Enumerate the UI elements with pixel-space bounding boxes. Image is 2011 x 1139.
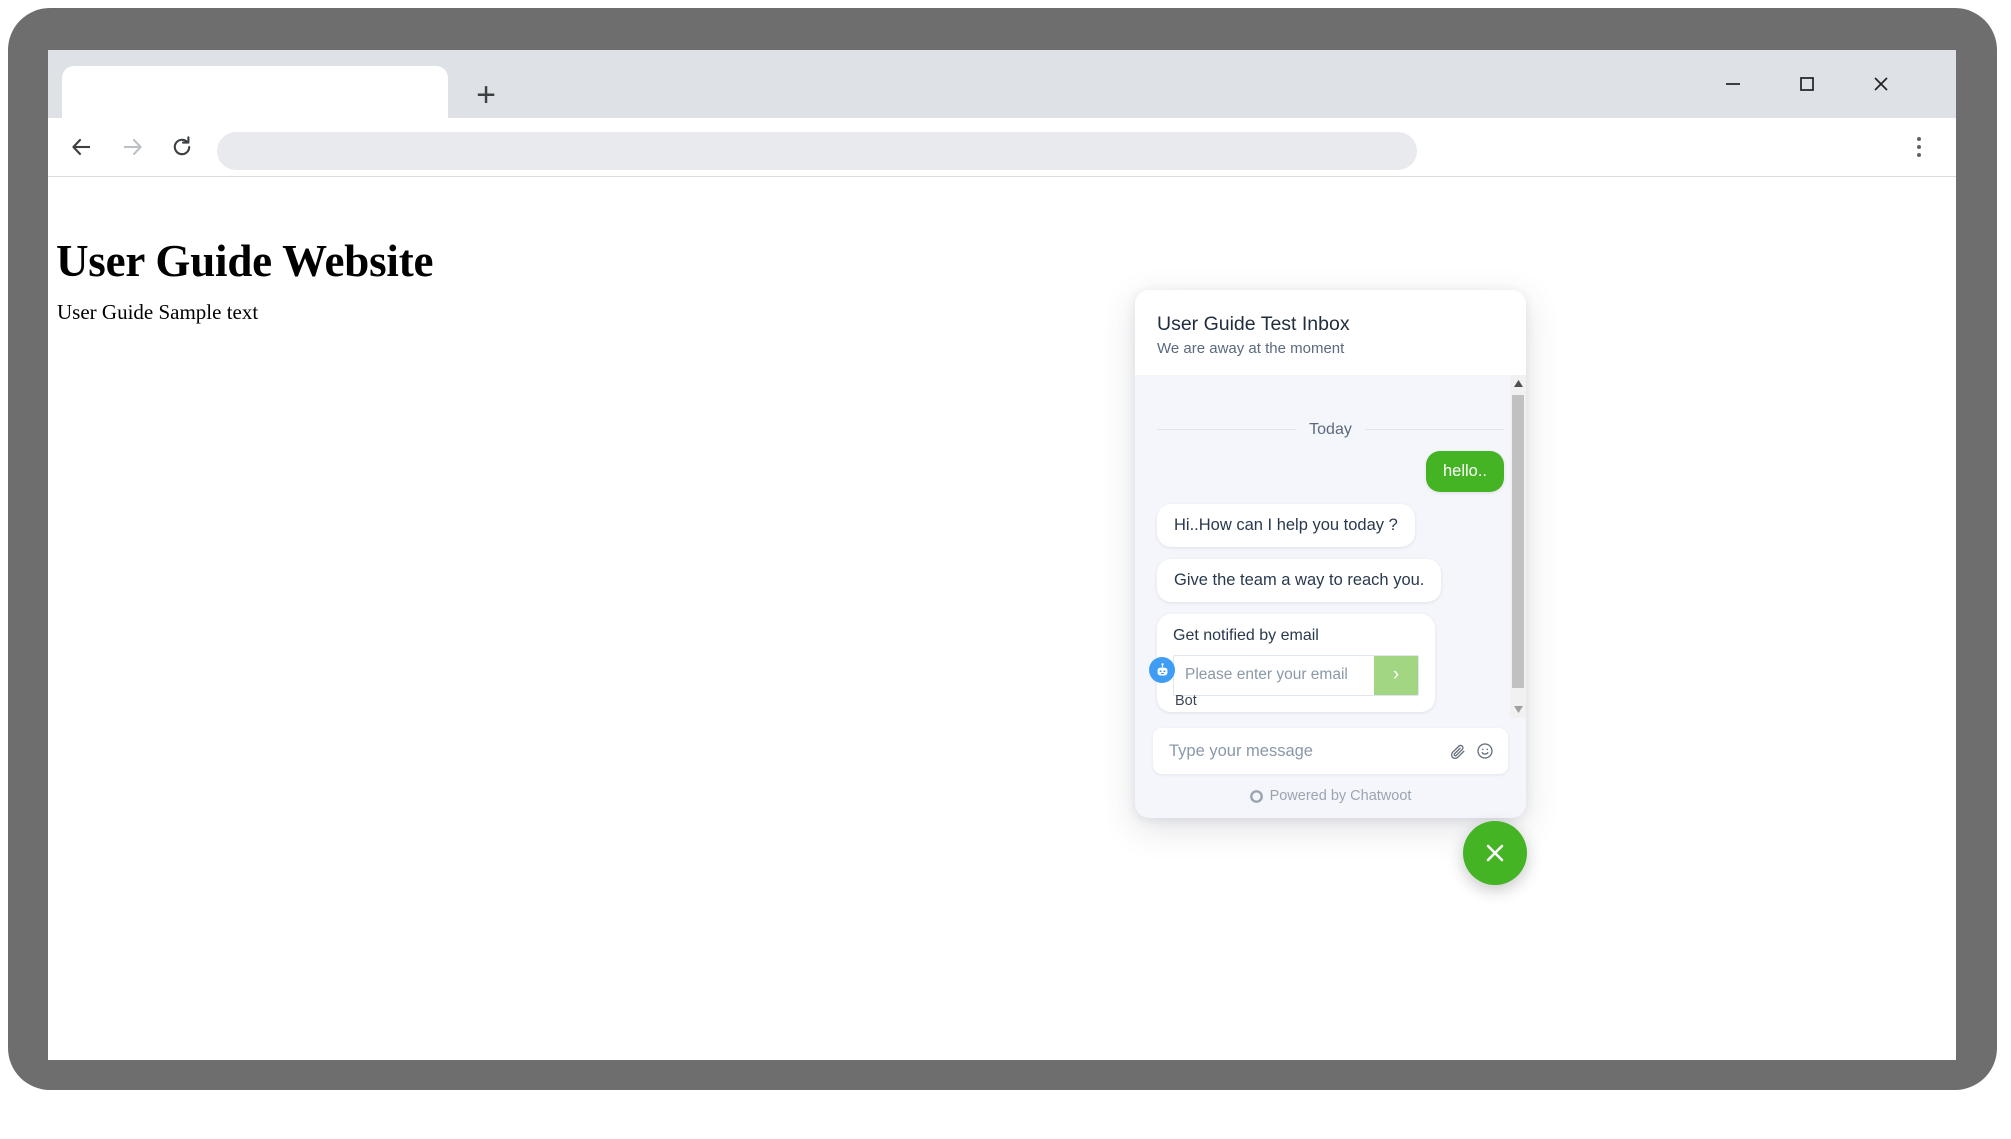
robot-icon — [1157, 662, 1167, 675]
chat-widget: User Guide Test Inbox We are away at the… — [1135, 290, 1526, 818]
back-button[interactable] — [60, 125, 104, 169]
browser-toolbar — [48, 118, 1956, 177]
maximize-icon — [1800, 77, 1814, 91]
reload-icon — [173, 136, 191, 156]
chat-footer: Powered by Chatwoot — [1135, 774, 1526, 818]
smiley-icon[interactable] — [1476, 742, 1494, 760]
email-input[interactable] — [1174, 655, 1374, 695]
chat-header: User Guide Test Inbox We are away at the… — [1135, 290, 1526, 375]
email-capture-card: Get notified by email › — [1157, 613, 1435, 712]
caret-down-icon — [1513, 706, 1523, 713]
bot-sender-name: Bot — [1175, 693, 1197, 709]
browser-tab-strip: + — [48, 50, 1956, 124]
email-input-group: › — [1173, 654, 1419, 696]
page-viewport: User Guide Website User Guide Sample tex… — [48, 177, 1956, 1060]
browser-tab[interactable] — [62, 66, 448, 124]
email-submit-button[interactable]: › — [1374, 655, 1418, 695]
divider-rule-right — [1364, 429, 1505, 431]
address-bar-input[interactable] — [217, 132, 1417, 170]
close-icon — [1486, 844, 1504, 862]
browser-menu-button[interactable] — [1900, 128, 1938, 166]
date-divider-label: Today — [1309, 420, 1352, 438]
scroll-down-button[interactable] — [1510, 701, 1526, 718]
reload-button[interactable] — [160, 125, 204, 169]
window-maximize-button[interactable] — [1770, 50, 1844, 118]
menu-dot — [1916, 152, 1922, 158]
message-row-bot: Give the team a way to reach you. — [1157, 558, 1504, 602]
caret-up-icon — [1513, 379, 1523, 387]
arrow-left-icon — [72, 138, 90, 156]
chat-header-subtitle: We are away at the moment — [1157, 340, 1345, 358]
window-minimize-button[interactable] — [1696, 50, 1770, 118]
chat-footer-text: Powered by Chatwoot — [1269, 788, 1412, 804]
email-capture-label: Get notified by email — [1173, 626, 1319, 644]
menu-dot — [1916, 136, 1922, 142]
device-bezel: + User Guide Website User Guide Sample t… — [8, 8, 1997, 1090]
minimize-icon — [1726, 83, 1740, 85]
window-close-button[interactable] — [1844, 50, 1918, 118]
chat-scrollbar-thumb[interactable] — [1512, 394, 1524, 688]
new-tab-label: + — [476, 76, 496, 114]
browser-window: + User Guide Website User Guide Sample t… — [48, 50, 1956, 1060]
chat-header-title: User Guide Test Inbox — [1157, 313, 1350, 335]
new-tab-button[interactable]: + — [463, 72, 509, 118]
chat-scrollbar[interactable] — [1510, 374, 1526, 718]
close-icon — [1874, 77, 1888, 91]
chat-composer-wrap — [1135, 718, 1526, 774]
arrow-right-icon — [124, 138, 142, 156]
message-input[interactable] — [1167, 740, 1439, 762]
message-row-user: hello.. — [1157, 450, 1504, 492]
chatwoot-logo-icon — [1249, 789, 1263, 803]
chat-toggle-button[interactable] — [1463, 821, 1527, 885]
paperclip-icon[interactable] — [1449, 743, 1466, 760]
message-bubble-bot: Give the team a way to reach you. — [1157, 558, 1442, 602]
scroll-up-button[interactable] — [1510, 375, 1526, 392]
date-divider: Today — [1157, 420, 1505, 439]
page-title: User Guide Website — [56, 236, 434, 287]
message-row-email-form: Get notified by email › — [1157, 613, 1504, 712]
chat-composer — [1153, 728, 1508, 774]
page-paragraph: User Guide Sample text — [57, 300, 259, 324]
message-row-bot: Hi..How can I help you today ? — [1157, 503, 1504, 547]
chat-message-list: Today hello.. Hi..How can I help you tod… — [1135, 374, 1526, 718]
forward-button[interactable] — [110, 125, 154, 169]
bot-avatar — [1149, 657, 1175, 683]
message-bubble-user: hello.. — [1425, 450, 1504, 492]
menu-dot — [1916, 144, 1922, 150]
message-bubble-bot: Hi..How can I help you today ? — [1157, 503, 1415, 547]
divider-rule-left — [1157, 429, 1297, 431]
